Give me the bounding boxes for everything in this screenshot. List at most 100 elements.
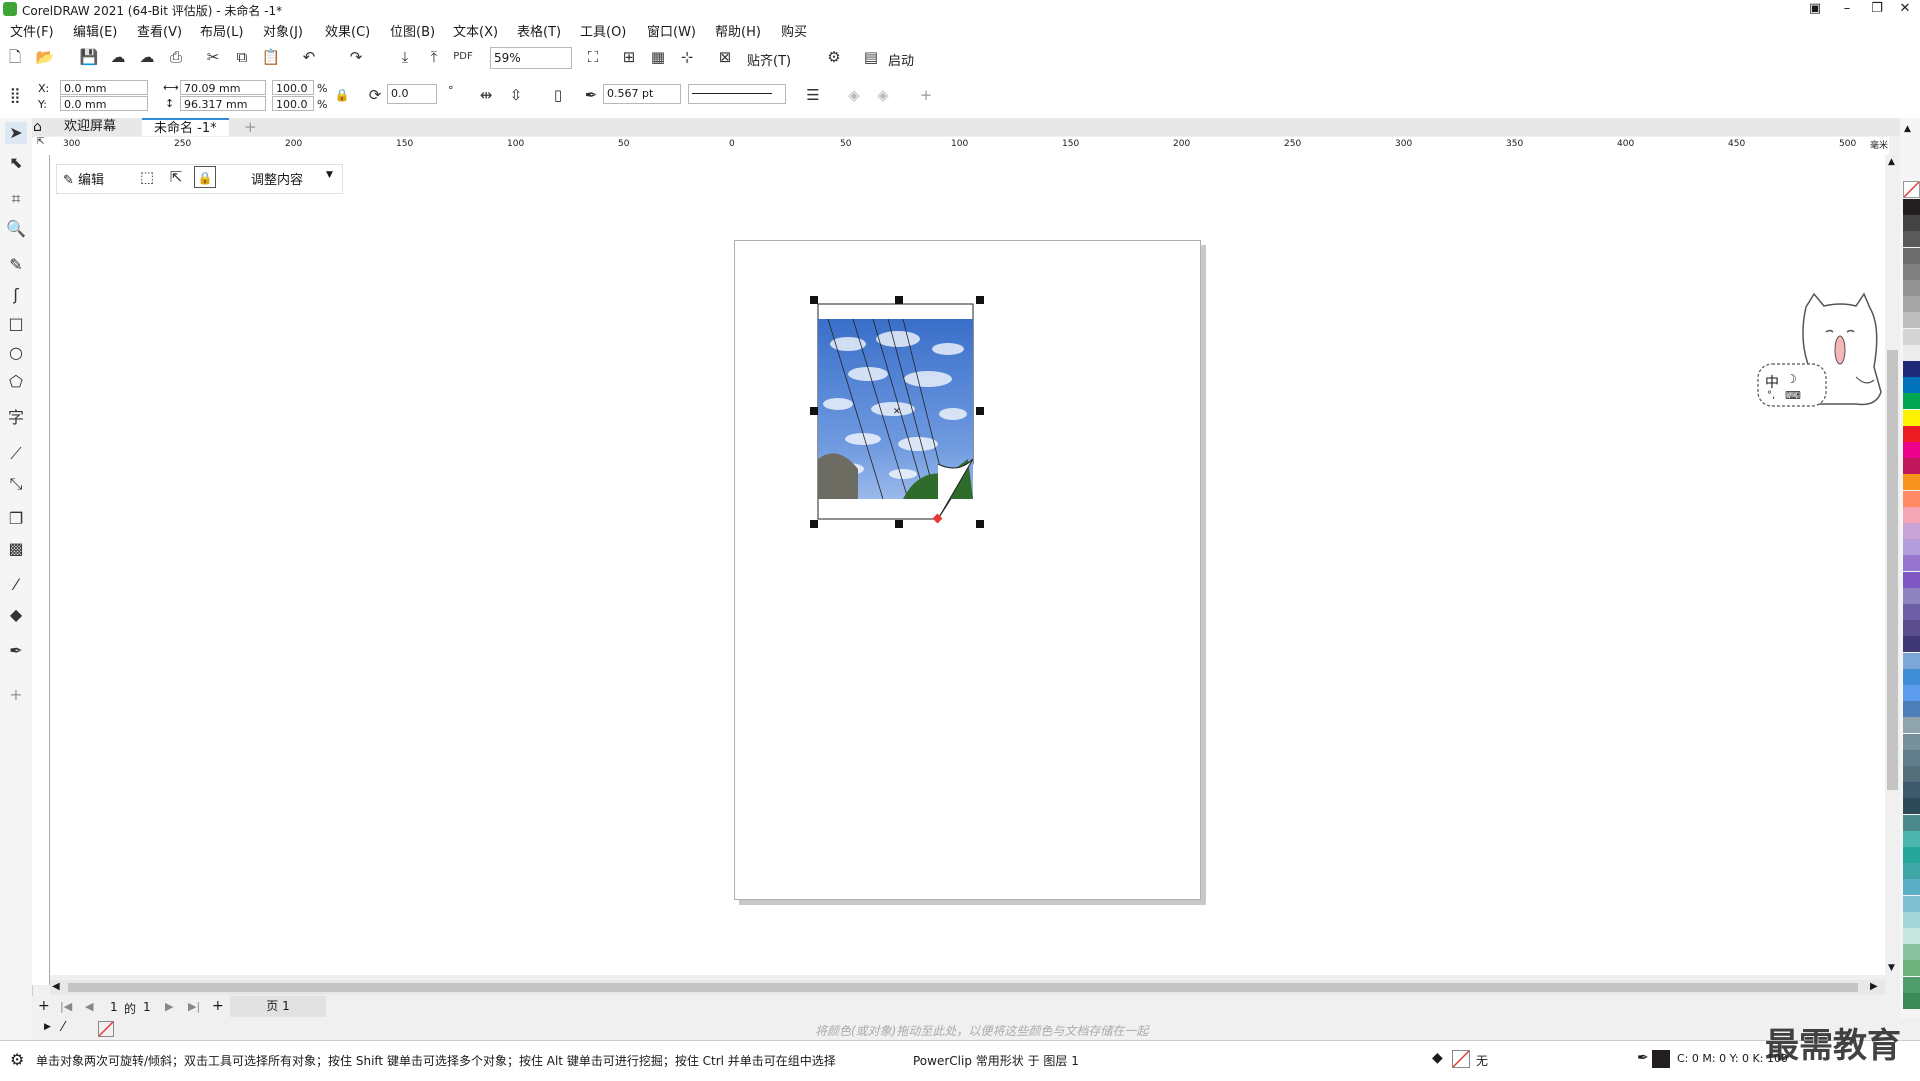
horizontal-scroll-thumb[interactable]	[68, 983, 1858, 992]
show-rulers-icon[interactable]: ⊞	[618, 46, 640, 68]
palette-swatch[interactable]	[1903, 312, 1920, 329]
next-page-icon[interactable]: ▶	[165, 1000, 173, 1013]
width-input[interactable]: 70.09 mm	[180, 80, 266, 95]
palette-swatch[interactable]	[1903, 911, 1920, 928]
palette-swatch[interactable]	[1903, 539, 1920, 556]
parallel-dimension-icon[interactable]: ⟋	[5, 443, 27, 465]
palette-swatch[interactable]	[1903, 863, 1920, 880]
palette-swatch[interactable]	[1903, 555, 1920, 572]
menu-object[interactable]: 对象(J)	[263, 21, 303, 40]
zoom-tool-icon[interactable]: 🔍	[5, 218, 27, 240]
palette-swatch[interactable]	[1903, 247, 1920, 264]
align-distribute-icon[interactable]: ☰	[802, 84, 824, 106]
add-page-after-icon[interactable]: +	[212, 998, 224, 1014]
palette-swatch[interactable]	[1903, 766, 1920, 782]
scale-height-input[interactable]: 100.0	[272, 96, 314, 111]
palette-swatch[interactable]	[1903, 523, 1920, 539]
page-tab[interactable]: 页 1	[230, 996, 326, 1017]
menu-file[interactable]: 文件(F)	[10, 21, 54, 40]
chevron-down-icon[interactable]: ▼	[326, 170, 333, 180]
palette-swatch[interactable]	[1903, 409, 1920, 426]
no-fill-swatch[interactable]	[98, 1021, 114, 1037]
status-settings-icon[interactable]: ⚙	[10, 1050, 24, 1069]
palette-swatch[interactable]	[1903, 425, 1920, 442]
menu-layout[interactable]: 布局(L)	[200, 21, 243, 40]
palette-swatch[interactable]	[1903, 733, 1920, 750]
full-screen-icon[interactable]: ⛶	[582, 46, 604, 68]
cloud-upload-icon[interactable]: ☁	[136, 46, 158, 68]
polygon-tool-icon[interactable]: ⬠	[5, 371, 27, 393]
scale-width-input[interactable]: 100.0	[272, 80, 314, 95]
wrap-text-icon[interactable]: ▯	[547, 84, 569, 106]
transparency-tool-icon[interactable]: ▩	[5, 538, 27, 560]
palette-swatch[interactable]	[1903, 814, 1920, 831]
maximize-button[interactable]: ❐	[1862, 0, 1892, 18]
palette-swatch[interactable]	[1903, 377, 1920, 394]
palette-swatch[interactable]	[1903, 215, 1920, 232]
open-folder-icon[interactable]: 📂	[34, 46, 56, 68]
line-style-select[interactable]	[688, 84, 786, 104]
palette-scroll-up-icon[interactable]: ▲	[1904, 124, 1911, 134]
show-guidelines-icon[interactable]: ⊹	[676, 46, 698, 68]
palette-swatch[interactable]	[1903, 976, 1920, 993]
menu-effects[interactable]: 效果(C)	[325, 21, 370, 40]
horizontal-ruler[interactable]: 300 250 200 150 100 50 0 50 100 150 200 250 300 350 40…	[49, 137, 1889, 156]
palette-swatch[interactable]	[1903, 701, 1920, 718]
menu-window[interactable]: 窗口(W)	[647, 21, 696, 40]
y-position-input[interactable]: 0.0 mm	[60, 96, 148, 111]
restore-help-icon[interactable]: ▣	[1800, 0, 1830, 18]
current-page-number[interactable]: 1	[110, 1000, 118, 1014]
drop-shadow-icon[interactable]: ❐	[5, 508, 27, 530]
interactive-fill-icon[interactable]: ◆	[5, 604, 27, 626]
palette-swatch[interactable]	[1903, 296, 1920, 313]
smart-fill-icon[interactable]: ✒	[5, 640, 27, 662]
palette-swatch[interactable]	[1903, 992, 1920, 1009]
palette-swatch[interactable]	[1903, 847, 1920, 863]
palette-swatch[interactable]	[1903, 798, 1920, 815]
palette-swatch[interactable]	[1903, 231, 1920, 248]
snap-to-dropdown[interactable]: 贴齐(T)	[747, 50, 791, 69]
freehand-tool-icon[interactable]: ✎	[5, 254, 27, 276]
scroll-right-icon[interactable]: ▶	[1870, 981, 1878, 992]
palette-swatch[interactable]	[1903, 506, 1920, 523]
snap-off-icon[interactable]: ⊠	[714, 46, 736, 68]
menu-help[interactable]: 帮助(H)	[715, 21, 761, 40]
shape-tool-icon[interactable]: ⬉	[5, 152, 27, 174]
outline-color-swatch[interactable]	[1652, 1050, 1670, 1068]
palette-swatch[interactable]	[1903, 344, 1920, 361]
scroll-down-icon[interactable]: ▼	[1888, 963, 1895, 973]
mirror-horizontal-icon[interactable]: ⇹	[475, 84, 497, 106]
palette-swatch[interactable]	[1903, 928, 1920, 944]
palette-swatch[interactable]	[1903, 490, 1920, 507]
scroll-left-icon[interactable]: ◀	[52, 981, 60, 992]
rotation-input[interactable]: 0.0	[387, 84, 437, 104]
tab-document[interactable]: 未命名 -1*	[142, 118, 229, 136]
height-input[interactable]: 96.317 mm	[180, 96, 266, 111]
home-icon[interactable]: ⌂	[33, 119, 42, 135]
horizontal-scrollbar[interactable]: ◀ ▶	[50, 980, 1885, 995]
palette-swatch[interactable]	[1903, 458, 1920, 475]
palette-swatch[interactable]	[1903, 636, 1920, 653]
palette-swatch[interactable]	[1903, 587, 1920, 604]
x-position-input[interactable]: 0.0 mm	[60, 80, 148, 95]
publish-pdf-icon[interactable]: PDF	[452, 46, 474, 68]
print-icon[interactable]: ⎙	[165, 46, 187, 68]
options-gear-icon[interactable]: ⚙	[823, 46, 845, 68]
mirror-vertical-icon[interactable]: ⇳	[505, 84, 527, 106]
to-front-icon[interactable]: ◈	[843, 84, 865, 106]
palette-swatch[interactable]	[1903, 960, 1920, 977]
new-document-icon[interactable]: 🗋	[4, 46, 26, 68]
palette-swatch[interactable]	[1903, 280, 1920, 296]
tab-welcome-screen[interactable]: 欢迎屏幕	[52, 118, 128, 136]
launch-app-icon[interactable]: ▤	[860, 46, 882, 68]
palette-swatch[interactable]	[1903, 328, 1920, 345]
palette-swatch[interactable]	[1903, 879, 1920, 896]
palette-swatch[interactable]	[1903, 442, 1920, 458]
powerclip-object[interactable]: ✕	[808, 294, 988, 530]
menu-text[interactable]: 文本(X)	[453, 21, 498, 40]
menu-table[interactable]: 表格(T)	[517, 21, 561, 40]
menu-bitmaps[interactable]: 位图(B)	[390, 21, 435, 40]
crop-tool-icon[interactable]: ⌗	[5, 188, 27, 210]
edit-powerclip-button[interactable]: ✎ 编辑	[63, 169, 104, 188]
menu-view[interactable]: 查看(V)	[137, 21, 182, 40]
